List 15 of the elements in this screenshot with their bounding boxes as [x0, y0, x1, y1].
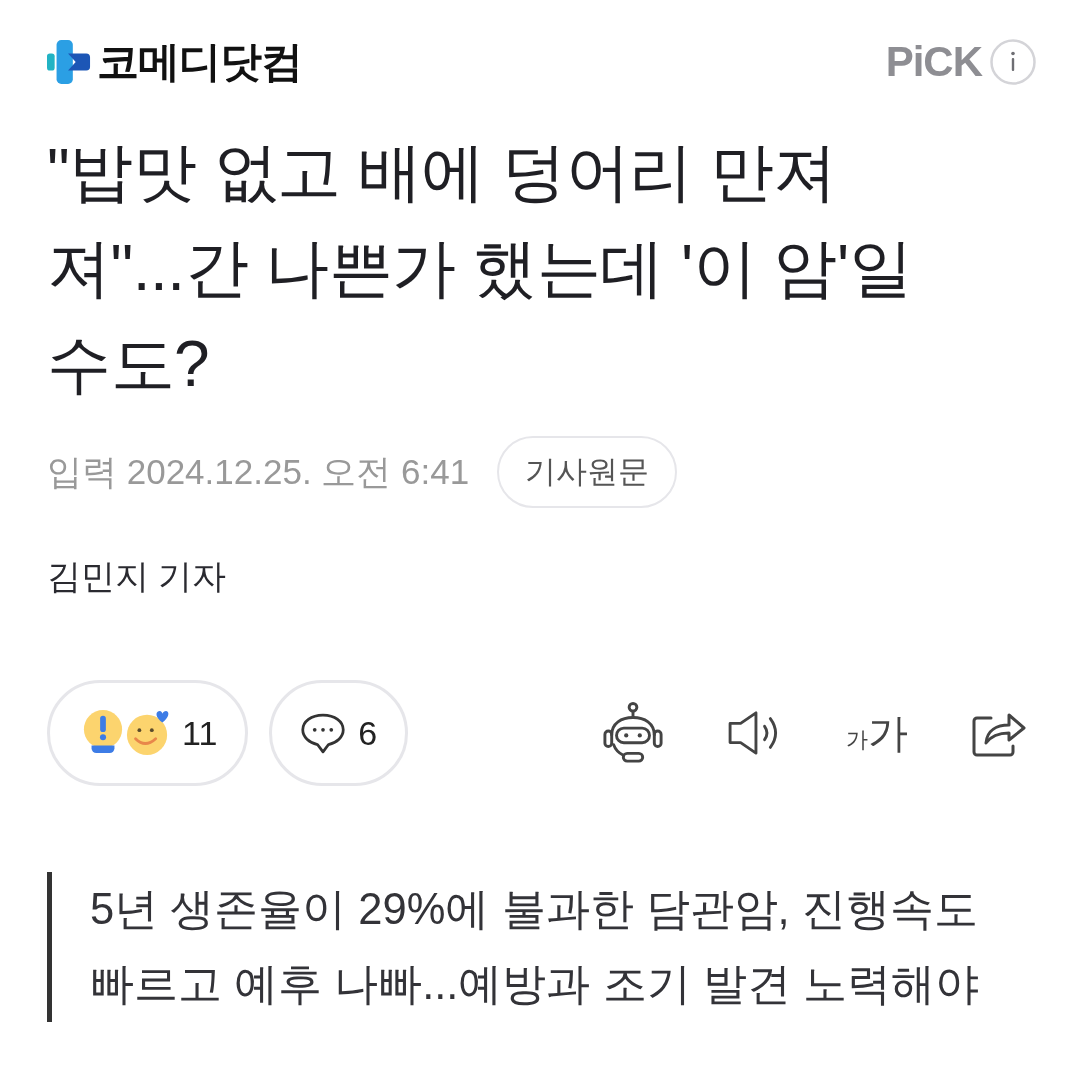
comment-icon — [300, 711, 347, 755]
logo-icon — [47, 39, 91, 85]
original-article-button[interactable]: 기사원문 — [497, 436, 678, 508]
reaction-button[interactable]: 11 — [47, 680, 249, 786]
comments-button[interactable]: 6 — [269, 680, 409, 786]
robot-icon[interactable] — [602, 702, 664, 764]
article-title: "밥맛 없고 배에 덩어리 만져져"...간 나쁜가 했는데 '이 암'일 수도? — [47, 135, 914, 402]
reporter-name: 김민지 기자 — [47, 556, 228, 597]
smiley-heart-icon — [126, 710, 170, 756]
published-date: 입력 2024.12.25. 오전 6:41 — [47, 450, 470, 493]
logo-text[interactable]: 코메디닷컴 — [97, 34, 302, 90]
article-summary: 5년 생존율이 29%에 불과한 담관암, 진행속도 빠르고 예후 나빠...예방과 조기 발견 노력해야 — [47, 872, 985, 1022]
lightbulb-icon — [82, 710, 124, 756]
pick-label: PiCK — [885, 38, 982, 86]
font-size-button[interactable]: 가가 — [846, 705, 908, 761]
